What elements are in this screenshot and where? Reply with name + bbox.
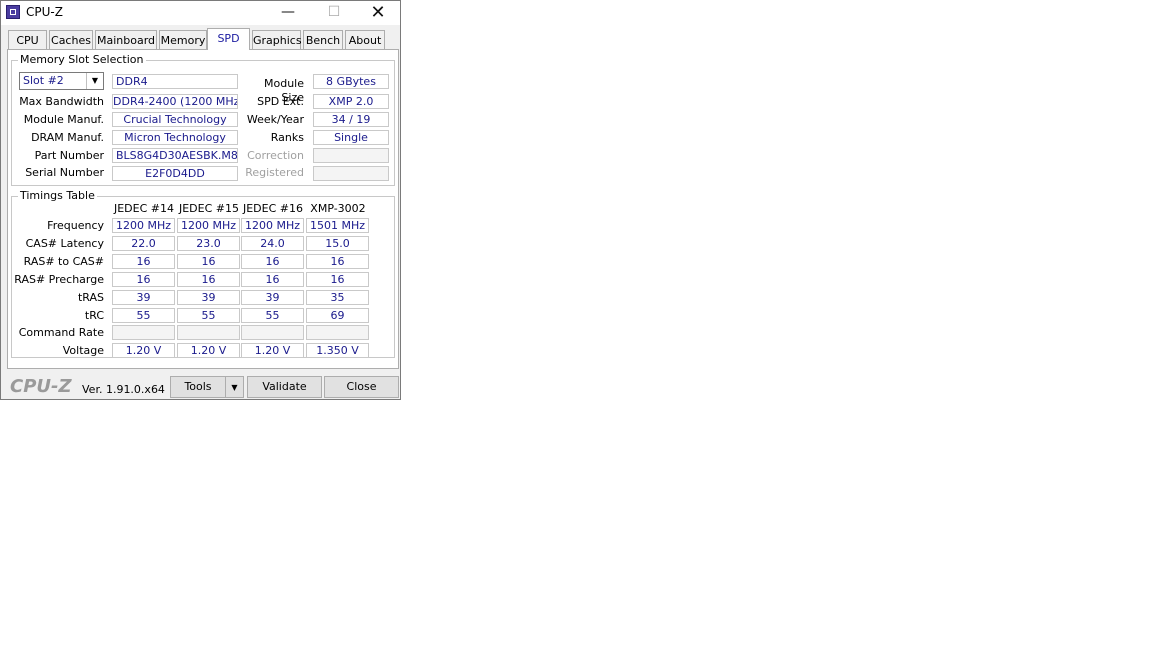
timing-cell: 16 — [306, 254, 369, 269]
timings-column-header: XMP-3002 — [310, 202, 366, 215]
command-rate-label: Command Rate — [18, 326, 104, 339]
timing-cell: 35 — [306, 290, 369, 305]
spd-panel: Memory Slot Selection Slot #2 ▼ DDR4 Max… — [7, 49, 399, 369]
ranks-label: Ranks — [270, 131, 304, 144]
timing-cell: 16 — [112, 272, 175, 287]
timing-cell — [112, 325, 175, 340]
minimize-button[interactable]: — — [265, 1, 311, 25]
module-manuf-label: Module Manuf. — [23, 113, 104, 126]
week-year-label: Week/Year — [246, 113, 304, 126]
timing-cell: 1.20 V — [241, 343, 304, 358]
maximize-button[interactable]: ☐ — [311, 1, 357, 25]
week-year-value: 34 / 19 — [313, 112, 389, 127]
timing-cell: 1.350 V — [306, 343, 369, 358]
timing-cell — [306, 325, 369, 340]
frequency-label: Frequency — [47, 219, 104, 232]
close-window-button[interactable]: ✕ — [355, 1, 401, 25]
timing-cell: 1200 MHz — [177, 218, 240, 233]
tras-label: tRAS — [77, 291, 104, 304]
timing-cell: 1.20 V — [177, 343, 240, 358]
tab-memory[interactable]: Memory — [159, 30, 207, 49]
timing-cell — [177, 325, 240, 340]
registered-value — [313, 166, 389, 181]
version-text: Ver. 1.91.0.x64 — [82, 383, 165, 396]
tab-spd[interactable]: SPD — [207, 28, 250, 50]
timing-cell: 16 — [177, 254, 240, 269]
timing-cell: 39 — [177, 290, 240, 305]
slot-select-value: Slot #2 — [23, 74, 64, 87]
cpuz-window: CPU-Z — ☐ ✕ CPU Caches Mainboard Memory … — [0, 0, 401, 400]
timing-cell: 1200 MHz — [241, 218, 304, 233]
spd-ext-value: XMP 2.0 — [313, 94, 389, 109]
tab-bench[interactable]: Bench — [303, 30, 343, 49]
spd-ext-label: SPD Ext. — [257, 95, 304, 108]
timing-cell: 55 — [177, 308, 240, 323]
part-number-label: Part Number — [34, 149, 104, 162]
trc-label: tRC — [84, 309, 104, 322]
module-size-label: Module Size — [264, 77, 304, 104]
timing-cell: 23.0 — [177, 236, 240, 251]
part-number-value: BLS8G4D30AESBK.M8FE — [112, 148, 238, 163]
dram-manuf-value: Micron Technology — [112, 130, 238, 145]
tab-cpu[interactable]: CPU — [8, 30, 47, 49]
timings-column-header: JEDEC #16 — [242, 202, 303, 215]
memory-type-value: DDR4 — [112, 74, 238, 89]
tools-dropdown-button[interactable]: ▼ — [225, 376, 244, 398]
ranks-value: Single — [313, 130, 389, 145]
tab-mainboard[interactable]: Mainboard — [95, 30, 157, 49]
chevron-down-icon: ▼ — [231, 383, 238, 392]
serial-number-label: Serial Number — [25, 166, 104, 179]
max-bandwidth-value: DDR4-2400 (1200 MHz) — [112, 94, 238, 109]
tools-button[interactable]: Tools — [170, 376, 226, 398]
tab-caches[interactable]: Caches — [49, 30, 93, 49]
voltage-label: Voltage — [62, 344, 104, 357]
registered-label: Registered — [245, 166, 304, 179]
timing-cell — [241, 325, 304, 340]
correction-value — [313, 148, 389, 163]
window-title: CPU-Z — [26, 5, 63, 19]
timings-table-group-title: Timings Table — [18, 189, 97, 202]
timing-cell: 16 — [241, 272, 304, 287]
timing-cell: 55 — [112, 308, 175, 323]
timing-cell: 39 — [241, 290, 304, 305]
timing-cell: 39 — [112, 290, 175, 305]
correction-label: Correction — [247, 149, 304, 162]
timing-cell: 24.0 — [241, 236, 304, 251]
memory-slot-group-title: Memory Slot Selection — [18, 53, 146, 66]
cpuz-app-icon — [6, 5, 20, 19]
cpuz-logo: CPU-Z — [10, 376, 72, 397]
timing-cell: 69 — [306, 308, 369, 323]
timings-table-group: Timings Table JEDEC #14 JEDEC #15 JEDEC … — [11, 189, 395, 358]
close-button[interactable]: Close — [324, 376, 399, 398]
timing-cell: 16 — [306, 272, 369, 287]
timings-column-header: JEDEC #15 — [178, 202, 239, 215]
timing-cell: 1501 MHz — [306, 218, 369, 233]
timing-cell: 16 — [112, 254, 175, 269]
timing-cell: 22.0 — [112, 236, 175, 251]
timing-cell: 15.0 — [306, 236, 369, 251]
tab-graphics[interactable]: Graphics — [252, 30, 302, 49]
timings-column-header: JEDEC #14 — [113, 202, 174, 215]
ras-to-cas-label: RAS# to CAS# — [23, 255, 104, 268]
timing-cell: 16 — [241, 254, 304, 269]
slot-select[interactable]: Slot #2 ▼ — [19, 72, 104, 90]
validate-button[interactable]: Validate — [247, 376, 322, 398]
dram-manuf-label: DRAM Manuf. — [31, 131, 104, 144]
chevron-down-icon[interactable]: ▼ — [86, 73, 103, 89]
tab-about[interactable]: About — [345, 30, 385, 49]
timing-cell: 16 — [177, 272, 240, 287]
ras-precharge-label: RAS# Precharge — [14, 273, 104, 286]
module-manuf-value: Crucial Technology — [112, 112, 238, 127]
max-bandwidth-label: Max Bandwidth — [19, 95, 104, 108]
timing-cell: 55 — [241, 308, 304, 323]
title-bar[interactable]: CPU-Z — ☐ ✕ — [1, 1, 400, 25]
timing-cell: 1.20 V — [112, 343, 175, 358]
cas-latency-label: CAS# Latency — [25, 237, 104, 250]
serial-number-value: E2F0D4DD — [112, 166, 238, 181]
memory-slot-group: Memory Slot Selection Slot #2 ▼ DDR4 Max… — [11, 53, 395, 186]
timing-cell: 1200 MHz — [112, 218, 175, 233]
module-size-value: 8 GBytes — [313, 74, 389, 89]
